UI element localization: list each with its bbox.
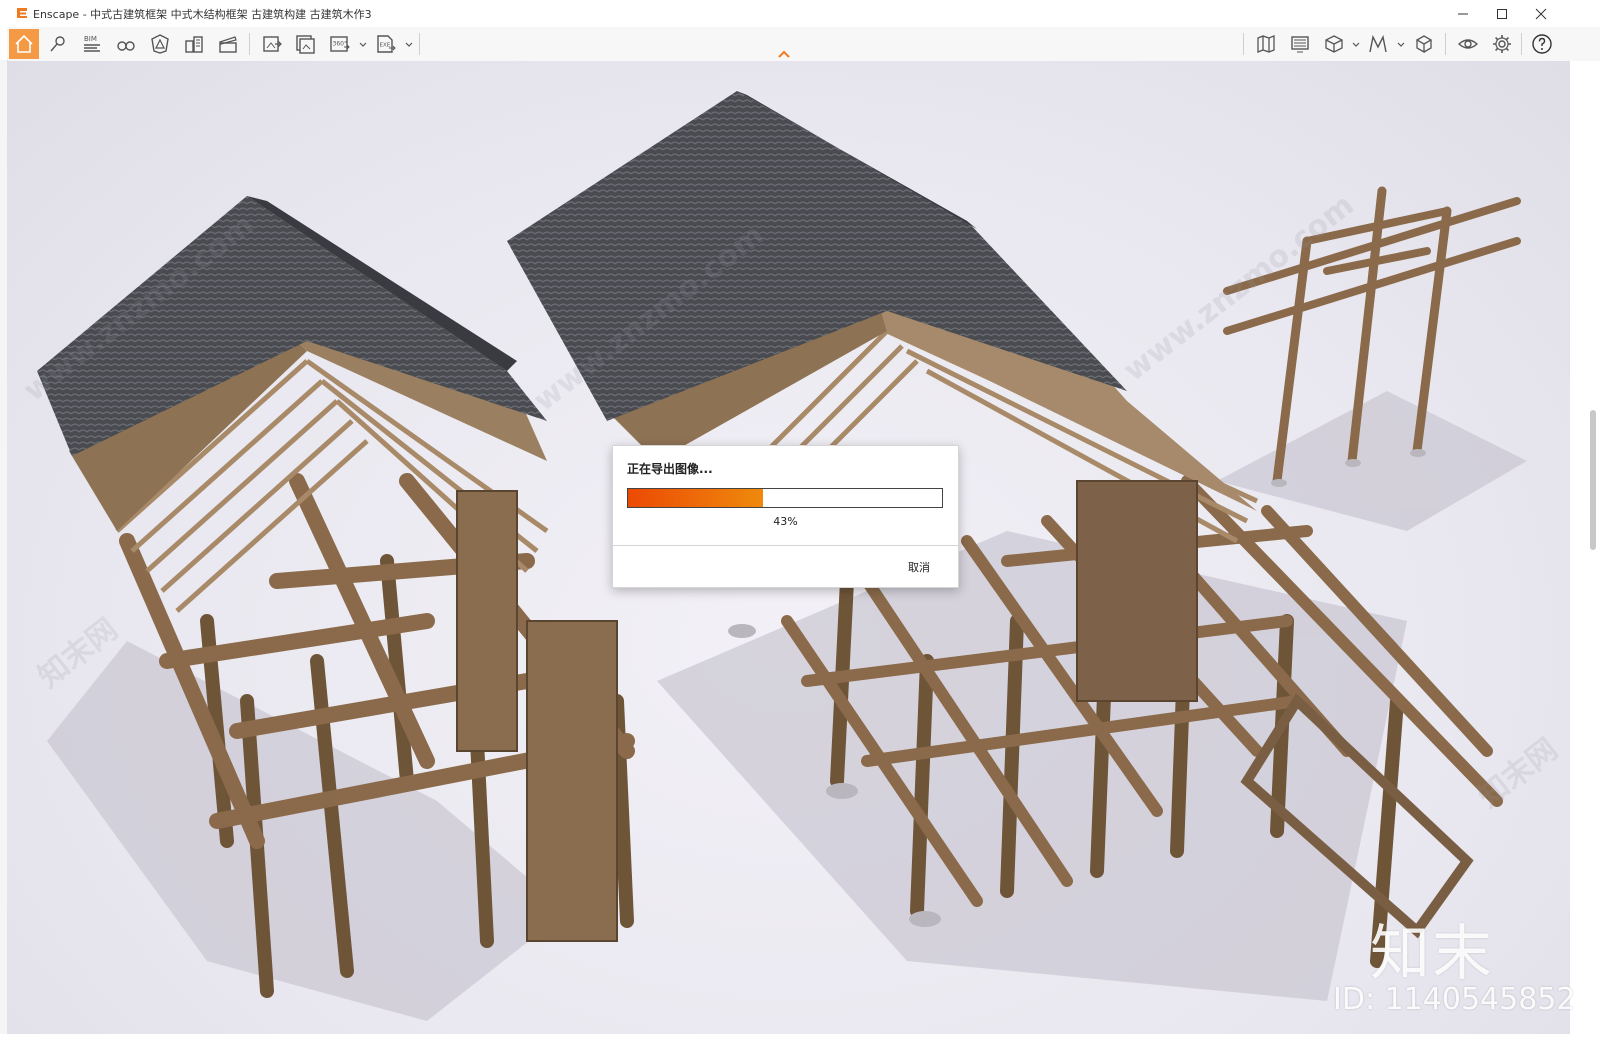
material-icon: [1369, 34, 1387, 53]
toolbar-separator: [419, 33, 420, 55]
chevron-down-icon[interactable]: [404, 40, 414, 50]
bim-icon: BIM: [84, 35, 100, 52]
panorama-label: 360°: [333, 41, 347, 48]
home-icon: [15, 34, 33, 53]
cube-view-icon: [1325, 35, 1343, 53]
cube-view-button[interactable]: [1319, 29, 1349, 59]
progress-bar-fill: [628, 489, 764, 507]
display-button[interactable]: [1285, 29, 1315, 59]
title-bar: Enscape - 中式古建筑框架 中式木结构框架 古建筑构建 古建筑木作3: [7, 0, 1600, 27]
map-book-icon: [1257, 35, 1275, 53]
corner-logo-watermark: 知末: [1370, 919, 1494, 989]
buildings-button[interactable]: [179, 29, 209, 59]
exe-export-icon: EXE: [377, 35, 396, 53]
location-pin-icon: [50, 36, 65, 52]
display-icon: [1291, 36, 1309, 53]
enscape-window: Enscape - 中式古建筑框架 中式木结构框架 古建筑构建 古建筑木作3 B…: [0, 0, 1600, 1061]
toolbar-separator: [1521, 33, 1522, 55]
binoculars-icon: [117, 41, 135, 51]
progress-bar: [627, 488, 943, 508]
settings-button[interactable]: [1487, 29, 1517, 59]
location-button[interactable]: [43, 29, 73, 59]
toolbar-separator: [249, 33, 250, 55]
maximize-button[interactable]: [1482, 0, 1522, 27]
export-image-button[interactable]: [257, 29, 287, 59]
window-title: Enscape - 中式古建筑框架 中式木结构框架 古建筑构建 古建筑木作3: [33, 8, 372, 21]
help-button[interactable]: [1527, 29, 1557, 59]
asset-library-icon: [1415, 35, 1433, 54]
dialog-divider: [613, 545, 958, 546]
close-icon: [1535, 8, 1547, 19]
enscape-logo-icon: [17, 8, 27, 18]
video-editor-button[interactable]: [213, 29, 243, 59]
map-button[interactable]: [1251, 29, 1281, 59]
close-button[interactable]: [1521, 0, 1561, 27]
batch-render-button[interactable]: [291, 29, 321, 59]
views-button[interactable]: [111, 29, 141, 59]
home-button[interactable]: [9, 29, 39, 59]
batch-render-icon: [296, 35, 315, 54]
chevron-down-icon[interactable]: [1351, 40, 1361, 50]
export-status-text: 正在导出图像...: [627, 462, 713, 476]
minimize-icon: [1458, 13, 1468, 14]
toolbar-separator: [1243, 33, 1244, 55]
minimize-button[interactable]: [1443, 0, 1483, 27]
export-progress-dialog: 正在导出图像... 43% 取消: [612, 445, 959, 588]
bottom-edge: [0, 1034, 1600, 1061]
chevron-down-icon[interactable]: [1396, 40, 1406, 50]
visual-settings-icon: [1457, 39, 1479, 49]
chevron-down-icon[interactable]: [358, 40, 368, 50]
help-icon: [1532, 34, 1552, 54]
export-exe-button[interactable]: EXE: [371, 29, 401, 59]
toolbar-separator: [1445, 33, 1446, 55]
clapperboard-icon: [219, 36, 237, 53]
gear-icon: [1493, 35, 1511, 53]
shield-icon: [151, 34, 169, 54]
progress-percent: 43%: [773, 515, 798, 528]
chevron-up-icon[interactable]: [777, 49, 791, 59]
maximize-icon: [1497, 8, 1507, 19]
scrollbar-thumb[interactable]: [1590, 410, 1596, 550]
safe-frame-button[interactable]: [145, 29, 175, 59]
asset-library-button[interactable]: [1409, 29, 1439, 59]
bim-label: BIM: [84, 35, 97, 43]
panorama-button[interactable]: 360°: [325, 29, 355, 59]
buildings-icon: [185, 36, 203, 53]
panorama-360-icon: 360°: [330, 36, 350, 52]
corner-id-watermark: ID: 1140545852: [1333, 982, 1576, 1017]
cancel-button[interactable]: 取消: [908, 559, 930, 575]
export-image-icon: [263, 36, 282, 52]
visual-settings-button[interactable]: [1453, 29, 1483, 59]
material-button[interactable]: [1363, 29, 1393, 59]
bim-button[interactable]: BIM: [77, 29, 107, 59]
toolbar: BIM 360° EXE: [7, 27, 1600, 62]
